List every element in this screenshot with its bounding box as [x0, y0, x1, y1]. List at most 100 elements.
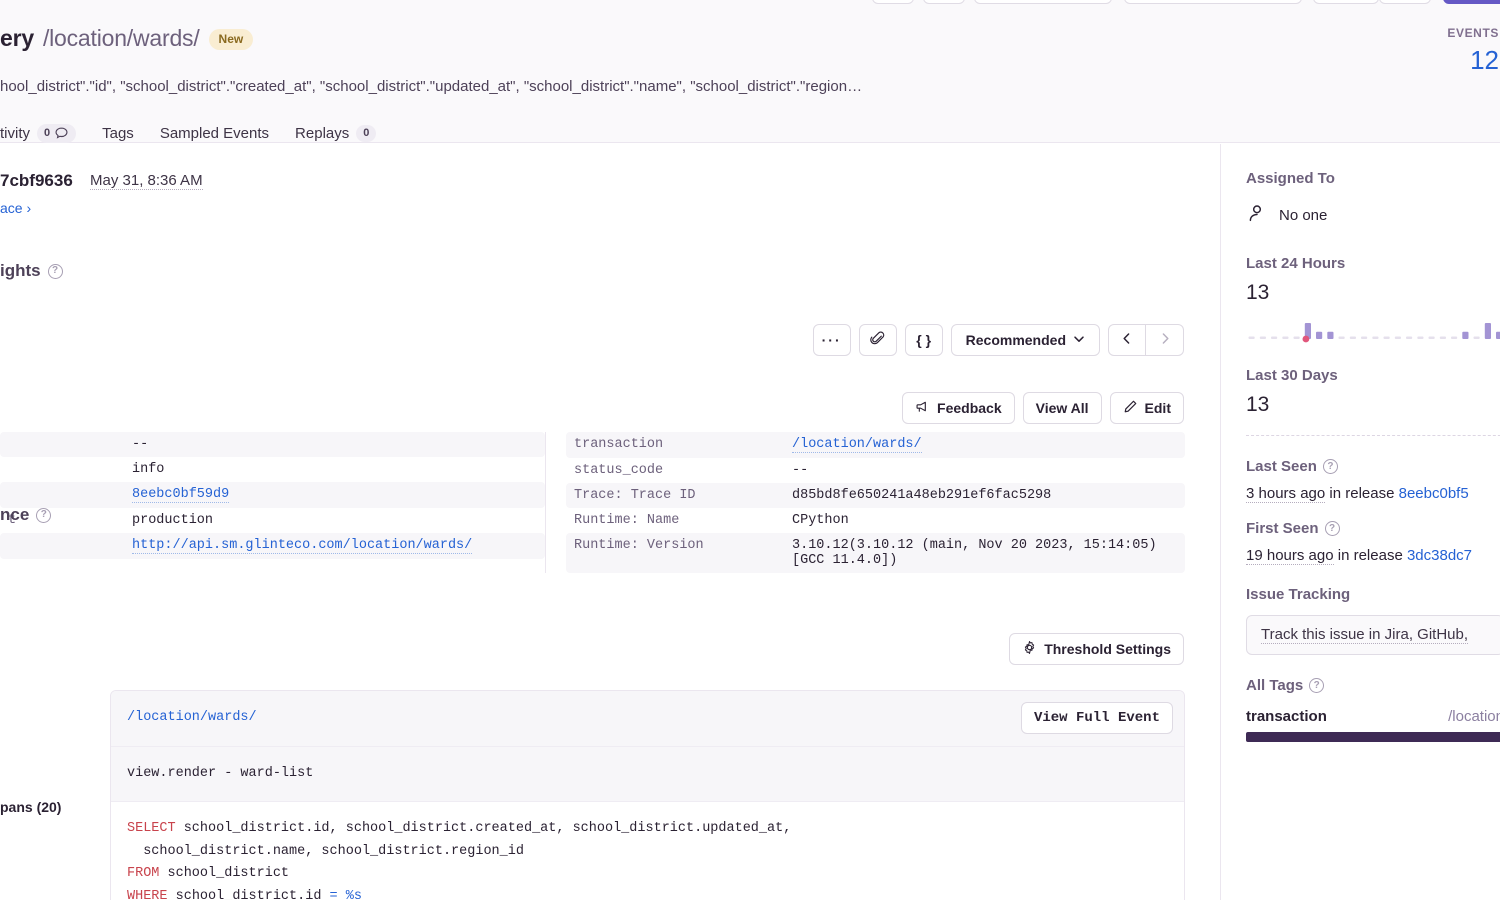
- insights-heading: ights ?: [0, 261, 63, 281]
- edit-button[interactable]: Edit: [1109, 392, 1184, 424]
- top-toolbar-strip: [0, 0, 1500, 16]
- tab-tags-label: Tags: [102, 125, 134, 142]
- toolbar-pill-3[interactable]: [974, 0, 1112, 4]
- toolbar-primary-button[interactable]: [1443, 0, 1500, 4]
- event-navigation: [1108, 324, 1184, 356]
- issue-tracking-input[interactable]: Track this issue in Jira, GitHub,: [1246, 615, 1500, 655]
- events-counter: EVENTS 12: [1447, 26, 1500, 73]
- help-icon[interactable]: ?: [47, 263, 63, 279]
- status-badge: New: [208, 29, 254, 50]
- kv-value-link[interactable]: /location/wards/: [792, 437, 922, 453]
- kv-key: status_code: [574, 463, 664, 478]
- toolbar-pill-2[interactable]: [923, 0, 965, 4]
- last-seen-release-link[interactable]: 8eebc0bf5: [1399, 485, 1469, 502]
- issue-tracking-placeholder: Track this issue in Jira, GitHub,: [1261, 626, 1469, 644]
- tag-row[interactable]: transaction /location: [1246, 708, 1500, 725]
- last-24-hours-label: Last 24 Hours: [1246, 255, 1346, 272]
- kv-value: production: [132, 513, 214, 528]
- more-actions-button[interactable]: ···: [812, 324, 851, 356]
- event-highlights: -- info 8eebc0bf59d9 t production http:/…: [0, 432, 1185, 573]
- toolbar-pill-4[interactable]: [1124, 0, 1302, 4]
- attachments-button[interactable]: [858, 324, 897, 356]
- assigned-to-title: Assigned To: [1246, 170, 1500, 187]
- table-row: http://api.sm.glinteco.com/location/ward…: [0, 533, 545, 559]
- tab-activity-label: tivity: [0, 125, 30, 142]
- sentry-issue-detail-page: ery /location/wards/ New hool_district".…: [0, 0, 1500, 900]
- previous-event-button[interactable]: [1108, 324, 1146, 356]
- last-seen-relative-time[interactable]: 3 hours ago: [1246, 485, 1326, 503]
- tab-replays-count: 0: [356, 124, 377, 143]
- threshold-settings-button[interactable]: Threshold Settings: [1009, 633, 1184, 665]
- tag-value: /location: [1448, 708, 1500, 725]
- table-row: t production: [0, 508, 545, 533]
- tag-name: transaction: [1246, 708, 1327, 725]
- insights-actions: Feedback View All Edit: [902, 392, 1184, 424]
- kv-value-link[interactable]: http://api.sm.glinteco.com/location/ward…: [132, 538, 473, 554]
- user-avatar-icon: [1246, 202, 1268, 229]
- assignee-selector[interactable]: No one: [1246, 202, 1500, 229]
- last-seen-value: 3 hours ago in release 8eebc0bf5: [1246, 485, 1500, 503]
- tab-activity-count-value: 0: [44, 126, 51, 139]
- table-row: info: [0, 457, 545, 482]
- last-24-hours-value: 13: [1246, 281, 1270, 304]
- first-seen-in-release-text: in release: [1337, 547, 1403, 564]
- issue-subtitle: hool_district"."id", "school_district"."…: [0, 78, 863, 95]
- tag-distribution-bar[interactable]: [1246, 732, 1500, 742]
- events-counter-label: EVENTS: [1447, 26, 1499, 40]
- kv-key: Runtime: Name: [574, 513, 680, 528]
- issue-main-content: 7cbf9636 May 31, 8:36 AM ace › ··· { } R…: [0, 144, 1221, 900]
- help-icon[interactable]: ?: [36, 507, 52, 523]
- event-sort-label: Recommended: [965, 332, 1066, 348]
- span-transaction-row: /location/wards/ View Full Event: [111, 691, 1184, 747]
- span-view-render-label: view.render - ward-list: [127, 765, 314, 781]
- page-title: ery /location/wards/ New: [0, 25, 254, 53]
- chevron-left-icon: [1121, 332, 1133, 348]
- help-icon[interactable]: ?: [1322, 459, 1338, 474]
- last-24-hours-title: Last 24 Hours: [1246, 255, 1500, 272]
- all-tags-label: All Tags: [1246, 677, 1304, 694]
- first-seen-release-link[interactable]: 3dc38dc7: [1407, 547, 1472, 564]
- kv-value: --: [792, 463, 809, 478]
- megaphone-icon: [915, 399, 930, 417]
- performance-span-card: /location/wards/ View Full Event view.re…: [110, 690, 1185, 900]
- event-id: 7cbf9636: [0, 171, 73, 190]
- first-seen-label: First Seen: [1246, 520, 1319, 537]
- last-seen-label: Last Seen: [1246, 458, 1317, 475]
- event-trace-link[interactable]: ace ›: [0, 200, 31, 216]
- next-event-button[interactable]: [1146, 324, 1184, 356]
- tab-replays-label: Replays: [295, 125, 350, 142]
- json-button[interactable]: { }: [904, 324, 943, 356]
- span-transaction-link[interactable]: /location/wards/: [127, 710, 257, 725]
- events-counter-value[interactable]: 12: [1447, 47, 1499, 73]
- span-sql-row: SELECT school_district.id, school_distri…: [111, 802, 1184, 900]
- issue-sidebar: Assigned To No one Last 24 Hours 13 Last…: [1222, 144, 1500, 900]
- help-icon[interactable]: ?: [1324, 521, 1340, 536]
- event-sort-dropdown[interactable]: Recommended: [950, 324, 1100, 356]
- kv-value: CPython: [792, 513, 849, 528]
- assignee-name: No one: [1279, 207, 1328, 224]
- kv-value-link[interactable]: 8eebc0bf59d9: [132, 487, 230, 503]
- toolbar-pill-6[interactable]: [1379, 0, 1431, 4]
- view-full-event-button[interactable]: View Full Event: [1020, 702, 1173, 734]
- sparkline-svg: [1248, 323, 1500, 343]
- issue-tracking-title: Issue Tracking: [1246, 586, 1500, 603]
- feedback-button[interactable]: Feedback: [902, 392, 1015, 424]
- performance-heading: nce ?: [0, 505, 52, 525]
- braces-icon: { }: [916, 332, 932, 348]
- view-all-button[interactable]: View All: [1022, 392, 1102, 424]
- page-title-culprit: ery: [0, 25, 34, 51]
- kv-key: Trace: Trace ID: [574, 488, 696, 503]
- first-seen-relative-time[interactable]: 19 hours ago: [1246, 547, 1334, 565]
- last-24-hours-sparkline: [1246, 319, 1500, 345]
- event-timestamp[interactable]: May 31, 8:36 AM: [90, 172, 203, 190]
- table-row: Runtime: Name CPython: [566, 508, 1185, 533]
- last-seen-title: Last Seen ?: [1246, 458, 1500, 475]
- all-tags-title: All Tags ?: [1246, 677, 1500, 694]
- toolbar-pill-1[interactable]: [872, 0, 914, 4]
- toolbar-pill-5[interactable]: [1313, 0, 1379, 4]
- help-icon[interactable]: ?: [1309, 678, 1325, 693]
- event-toolbar: ··· { } Recommended: [812, 324, 1184, 356]
- issue-header: ery /location/wards/ New hool_district".…: [0, 16, 1500, 143]
- kv-value: d85bd8fe650241a48eb291ef6fac5298: [792, 488, 1052, 503]
- kv-key: transaction: [574, 437, 664, 452]
